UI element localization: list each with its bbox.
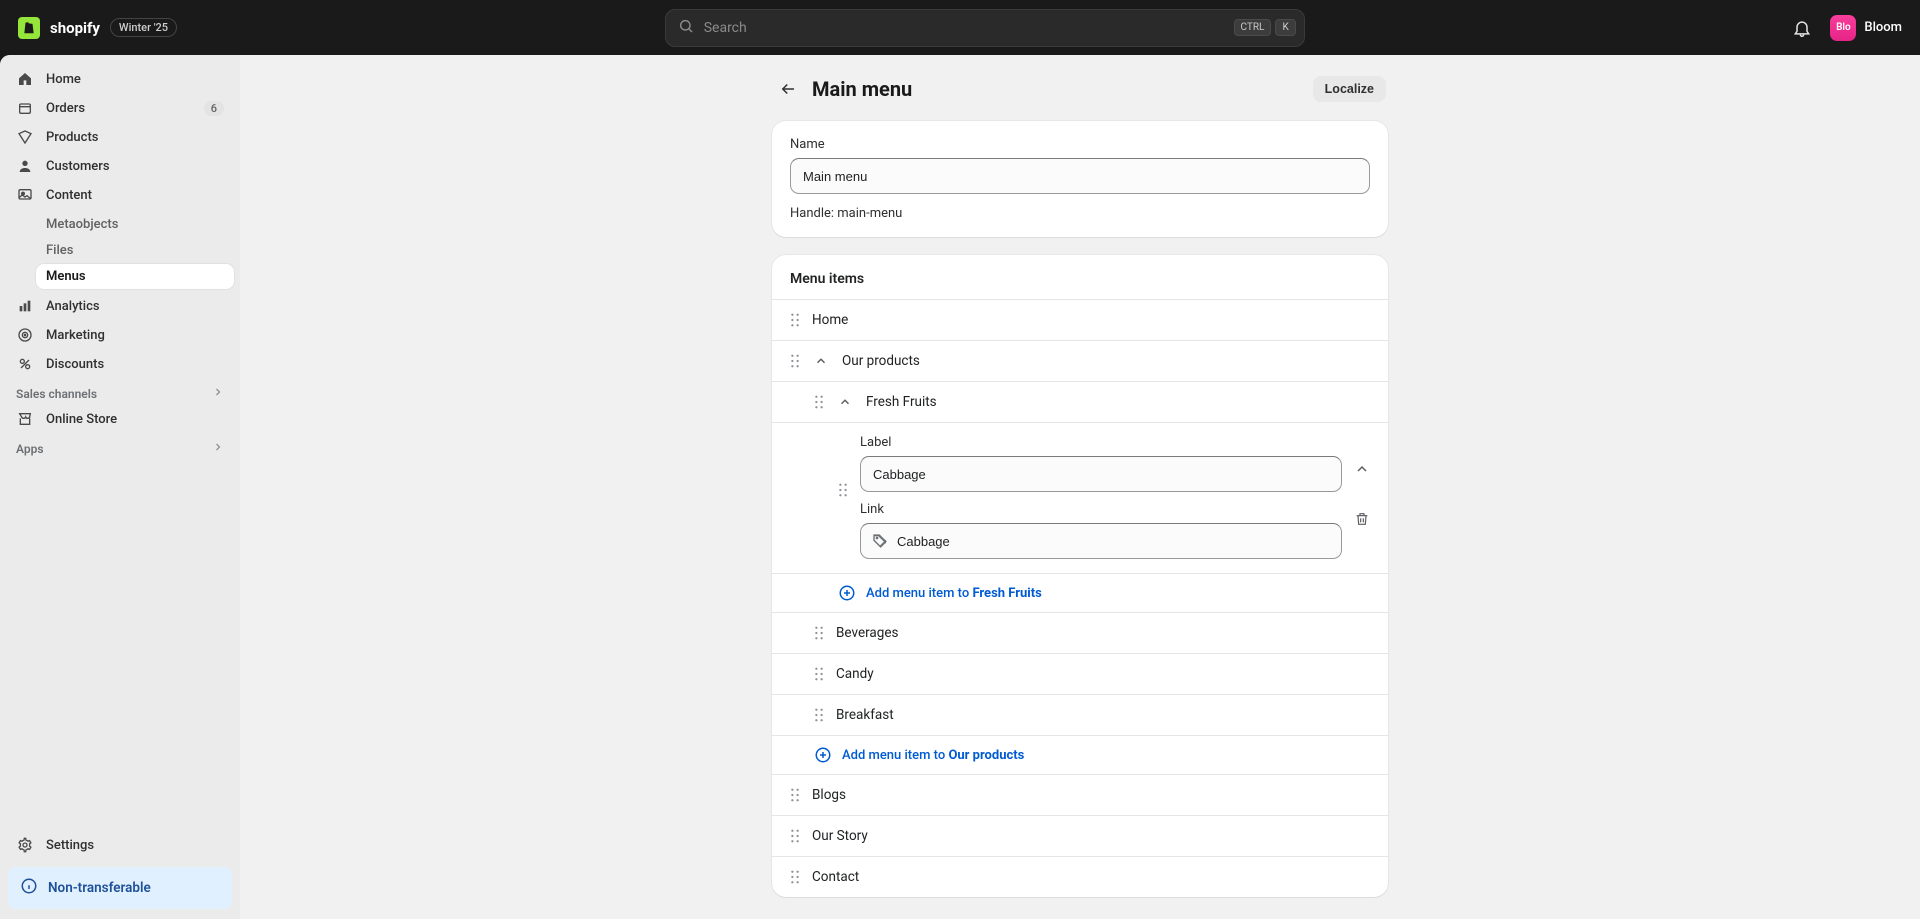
nav-analytics[interactable]: Analytics (6, 292, 234, 320)
menu-items-title: Menu items (772, 271, 1388, 299)
subnav-menus[interactable]: Menus (36, 264, 234, 289)
edit-label-input[interactable] (860, 456, 1342, 492)
home-icon (16, 70, 34, 88)
brand-area: shopify Winter '25 (18, 17, 177, 39)
main-content: Main menu Localize Name Handle: main-men… (240, 55, 1920, 919)
orders-count-badge: 6 (204, 101, 224, 116)
menu-item-contact[interactable]: Contact (772, 856, 1388, 897)
menu-item-candy[interactable]: Candy (772, 653, 1388, 694)
drag-handle-icon[interactable] (814, 626, 824, 640)
menu-item-our-story[interactable]: Our Story (772, 815, 1388, 856)
info-icon (20, 877, 38, 899)
menu-item-blogs[interactable]: Blogs (772, 774, 1388, 815)
chevron-right-icon (212, 386, 224, 401)
content-icon (16, 186, 34, 204)
store-icon (16, 410, 34, 428)
topbar: shopify Winter '25 Search CTRL K Blo Bl (0, 0, 1920, 55)
search-icon (678, 18, 694, 38)
nav-content[interactable]: Content (6, 181, 234, 209)
edit-label-label: Label (860, 435, 1342, 450)
plus-circle-icon (814, 746, 832, 764)
plus-circle-icon (838, 584, 856, 602)
back-button[interactable] (774, 75, 802, 103)
customers-icon (16, 157, 34, 175)
delete-button[interactable] (1354, 511, 1370, 531)
collapse-button[interactable] (1354, 461, 1370, 481)
subnav-metaobjects[interactable]: Metaobjects (36, 212, 234, 237)
search-placeholder: Search (704, 20, 1224, 36)
orders-icon (16, 99, 34, 117)
handle-text: Handle: main-menu (790, 206, 1370, 221)
nav-settings[interactable]: Settings (6, 831, 234, 859)
shopify-logo-icon (18, 17, 40, 39)
nav-online-store[interactable]: Online Store (6, 405, 234, 433)
tag-icon (870, 531, 890, 551)
add-to-our-products[interactable]: Add menu item to Our products (772, 735, 1388, 774)
menu-item-beverages[interactable]: Beverages (772, 612, 1388, 653)
nav-customers[interactable]: Customers (6, 152, 234, 180)
drag-handle-icon[interactable] (790, 870, 800, 884)
edit-link-input[interactable] (860, 523, 1342, 559)
marketing-icon (16, 326, 34, 344)
menu-item-home[interactable]: Home (772, 299, 1388, 340)
drag-handle-icon[interactable] (790, 829, 800, 843)
chevron-right-icon (212, 441, 224, 456)
nav-home[interactable]: Home (6, 65, 234, 93)
drag-handle-icon[interactable] (790, 354, 800, 368)
menu-item-fresh-fruits[interactable]: Fresh Fruits (772, 381, 1388, 422)
menu-item-breakfast[interactable]: Breakfast (772, 694, 1388, 735)
drag-handle-icon[interactable] (790, 788, 800, 802)
drag-handle-icon[interactable] (814, 395, 824, 409)
store-name: Bloom (1864, 20, 1902, 35)
discounts-icon (16, 355, 34, 373)
name-card: Name Handle: main-menu (772, 121, 1388, 237)
sidebar: Home Orders 6 Products Customers (0, 55, 240, 919)
content-submenu: Metaobjects Files Menus (36, 212, 234, 289)
drag-handle-icon[interactable] (814, 667, 824, 681)
nav-marketing[interactable]: Marketing (6, 321, 234, 349)
nav-orders[interactable]: Orders 6 (6, 94, 234, 122)
add-to-fresh-fruits[interactable]: Add menu item to Fresh Fruits (772, 573, 1388, 612)
version-tag: Winter '25 (110, 18, 177, 37)
chevron-up-icon[interactable] (812, 352, 830, 370)
menu-item-edit-panel: Label Link (772, 422, 1388, 573)
sales-channels-heading[interactable]: Sales channels (6, 378, 234, 405)
products-icon (16, 128, 34, 146)
subnav-files[interactable]: Files (36, 238, 234, 263)
page-header: Main menu Localize (772, 75, 1388, 103)
drag-handle-icon[interactable] (790, 313, 800, 327)
store-switcher[interactable]: Blo Bloom (1830, 15, 1902, 41)
notifications-icon[interactable] (1792, 18, 1812, 38)
brand-name: shopify (50, 19, 100, 37)
drag-handle-icon[interactable] (814, 708, 824, 722)
page-title: Main menu (812, 77, 912, 101)
global-search[interactable]: Search CTRL K (665, 9, 1305, 47)
chevron-up-icon[interactable] (836, 393, 854, 411)
gear-icon (16, 836, 34, 854)
menu-name-input[interactable] (790, 158, 1370, 194)
non-transferable-banner[interactable]: Non-transferable (8, 867, 232, 909)
edit-link-label: Link (860, 502, 1342, 517)
apps-heading[interactable]: Apps (6, 433, 234, 460)
name-label: Name (790, 137, 1370, 152)
search-shortcut: CTRL K (1234, 19, 1296, 36)
nav-products[interactable]: Products (6, 123, 234, 151)
nav-discounts[interactable]: Discounts (6, 350, 234, 378)
localize-button[interactable]: Localize (1313, 76, 1386, 102)
store-avatar: Blo (1830, 15, 1856, 41)
drag-handle-icon[interactable] (838, 483, 848, 497)
menu-items-card: Menu items Home Our products (772, 255, 1388, 897)
menu-item-our-products[interactable]: Our products (772, 340, 1388, 381)
analytics-icon (16, 297, 34, 315)
